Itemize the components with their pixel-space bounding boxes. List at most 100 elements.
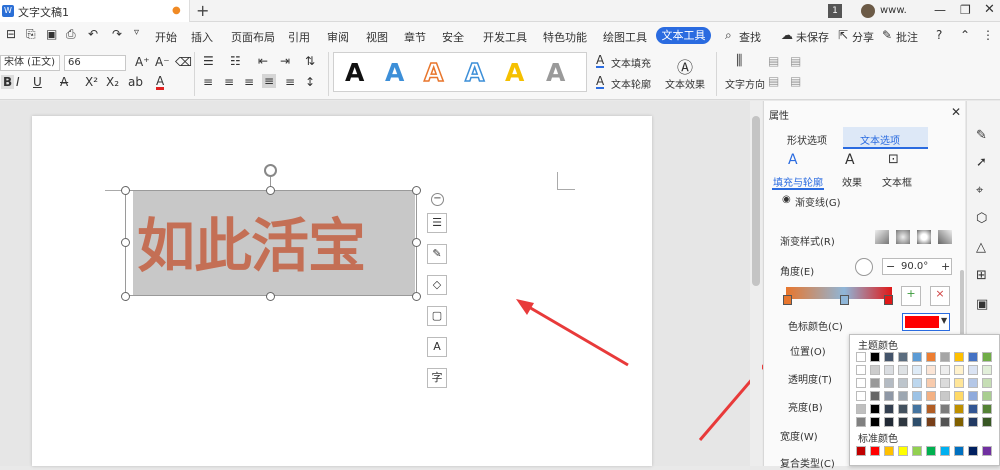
standard-color-swatch[interactable] xyxy=(940,446,950,456)
numbered-list-icon[interactable]: ☷ xyxy=(230,54,241,68)
print-icon[interactable]: ⎙ xyxy=(66,27,76,42)
restore-icon[interactable]: ❐ xyxy=(960,3,971,17)
menu-special[interactable]: 特色功能 xyxy=(543,29,587,45)
standard-color-swatch[interactable] xyxy=(898,446,908,456)
theme-color-swatch[interactable] xyxy=(954,352,964,362)
menu-review[interactable]: 审阅 xyxy=(327,29,349,45)
minus-icon[interactable]: − xyxy=(886,260,895,273)
undo-icon[interactable]: ↶ xyxy=(88,27,98,41)
tab-shape-options[interactable]: 形状选项 xyxy=(787,132,827,147)
resize-handle-n[interactable] xyxy=(266,186,275,195)
style-orange-outline-a[interactable]: A xyxy=(423,57,444,88)
tab-text-options[interactable]: 文本选项 xyxy=(860,132,900,147)
theme-color-swatch[interactable] xyxy=(856,378,866,388)
theme-color-swatch[interactable] xyxy=(856,365,866,375)
text-fill-button[interactable]: 文本填充 xyxy=(611,55,651,70)
layout-options-icon[interactable]: ☰ xyxy=(427,213,447,233)
resize-handle-se[interactable] xyxy=(412,292,421,301)
subtab-textbox[interactable]: 文本框 xyxy=(882,174,912,189)
delete-stop-button[interactable]: × xyxy=(930,286,950,306)
gradient-stop-right[interactable] xyxy=(884,295,893,305)
share-button[interactable]: 分享 xyxy=(852,29,874,45)
pointer-icon[interactable]: ➚ xyxy=(976,155,987,170)
theme-color-swatch[interactable] xyxy=(898,378,908,388)
theme-color-swatch[interactable] xyxy=(870,417,880,427)
add-stop-button[interactable]: + xyxy=(901,286,921,306)
subscript-button[interactable]: X₂ xyxy=(106,75,119,89)
theme-color-swatch[interactable] xyxy=(884,404,894,414)
align-right-icon[interactable]: ≡ xyxy=(244,75,254,89)
menu-drawing-tools[interactable]: 绘图工具 xyxy=(603,29,647,45)
theme-color-swatch[interactable] xyxy=(856,404,866,414)
close-icon[interactable]: ✕ xyxy=(984,2,995,17)
textbox-unlink-icon[interactable]: ▤ xyxy=(790,54,801,68)
theme-color-swatch[interactable] xyxy=(912,391,922,401)
fill-bucket-icon[interactable]: ◇ xyxy=(427,275,447,295)
theme-color-swatch[interactable] xyxy=(982,404,992,414)
theme-color-swatch[interactable] xyxy=(870,352,880,362)
standard-color-swatch[interactable] xyxy=(968,446,978,456)
menu-chapter[interactable]: 章节 xyxy=(404,29,426,45)
theme-color-swatch[interactable] xyxy=(954,391,964,401)
theme-color-swatch[interactable] xyxy=(926,404,936,414)
menu-view[interactable]: 视图 xyxy=(366,29,388,45)
resize-handle-ne[interactable] xyxy=(412,186,421,195)
pen-icon[interactable]: ✎ xyxy=(976,128,987,143)
panel-close-icon[interactable]: ✕ xyxy=(951,105,961,119)
theme-color-swatch[interactable] xyxy=(982,378,992,388)
save-icon[interactable]: ▣ xyxy=(46,27,57,41)
align-center-icon[interactable]: ≡ xyxy=(224,75,234,89)
subtab-effect[interactable]: 效果 xyxy=(842,174,862,189)
resize-handle-nw[interactable] xyxy=(121,186,130,195)
theme-color-swatch[interactable] xyxy=(884,417,894,427)
theme-color-swatch[interactable] xyxy=(898,352,908,362)
plus-icon[interactable]: + xyxy=(941,260,950,273)
justify-icon[interactable]: ≡ xyxy=(262,74,277,88)
theme-color-swatch[interactable] xyxy=(926,391,936,401)
theme-color-swatch[interactable] xyxy=(912,378,922,388)
theme-color-swatch[interactable] xyxy=(968,365,978,375)
style-blue-a[interactable]: A xyxy=(385,58,404,87)
text-direction-button[interactable]: 文字方向 xyxy=(725,76,765,91)
more-icon[interactable]: ▿ xyxy=(134,27,139,38)
standard-color-swatch[interactable] xyxy=(982,446,992,456)
theme-color-swatch[interactable] xyxy=(968,404,978,414)
standard-color-swatch[interactable] xyxy=(912,446,922,456)
theme-color-swatch[interactable] xyxy=(870,391,880,401)
standard-color-swatch[interactable] xyxy=(926,446,936,456)
standard-color-swatch[interactable] xyxy=(884,446,894,456)
theme-color-swatch[interactable] xyxy=(884,391,894,401)
new-tab-button[interactable]: + xyxy=(196,1,209,20)
textbox-link-icon[interactable]: ▤ xyxy=(768,54,779,68)
theme-color-swatch[interactable] xyxy=(968,352,978,362)
menu-text-tools[interactable]: 文本工具 xyxy=(656,27,711,44)
distribute-icon[interactable]: ≡ xyxy=(285,75,295,89)
scrollbar-thumb[interactable] xyxy=(752,116,760,286)
menu-insert[interactable]: 插入 xyxy=(191,29,213,45)
more-options-icon[interactable]: ⋮ xyxy=(982,28,994,42)
subtab-fill-outline[interactable]: 填充与轮廓 xyxy=(773,174,823,189)
gradient-stop-mid[interactable] xyxy=(840,295,849,305)
theme-color-swatch[interactable] xyxy=(884,365,894,375)
gradient-style-linear[interactable] xyxy=(875,230,889,244)
menu-security[interactable]: 安全 xyxy=(442,29,464,45)
font-name-select[interactable]: 宋体 (正文) xyxy=(0,55,60,71)
style-brush-icon[interactable]: ✎ xyxy=(427,244,447,264)
theme-color-swatch[interactable] xyxy=(982,365,992,375)
theme-color-swatch[interactable] xyxy=(856,352,866,362)
theme-color-swatch[interactable] xyxy=(870,378,880,388)
theme-color-swatch[interactable] xyxy=(884,378,894,388)
gradient-style-radial[interactable] xyxy=(896,230,910,244)
theme-color-swatch[interactable] xyxy=(940,417,950,427)
character-icon[interactable]: 字 xyxy=(427,368,447,388)
menu-search[interactable]: 查找 xyxy=(739,29,761,45)
location-icon[interactable]: ⌖ xyxy=(976,183,983,198)
menu-developer[interactable]: 开发工具 xyxy=(483,29,527,45)
theme-color-swatch[interactable] xyxy=(856,417,866,427)
textbox-prev-icon[interactable]: ▤ xyxy=(768,74,779,88)
help-button[interactable]: ? xyxy=(936,28,942,42)
theme-color-swatch[interactable] xyxy=(912,404,922,414)
theme-color-swatch[interactable] xyxy=(982,417,992,427)
style-gray-a[interactable]: A xyxy=(546,58,565,87)
collapse-ribbon-icon[interactable]: ⌃ xyxy=(960,28,970,42)
